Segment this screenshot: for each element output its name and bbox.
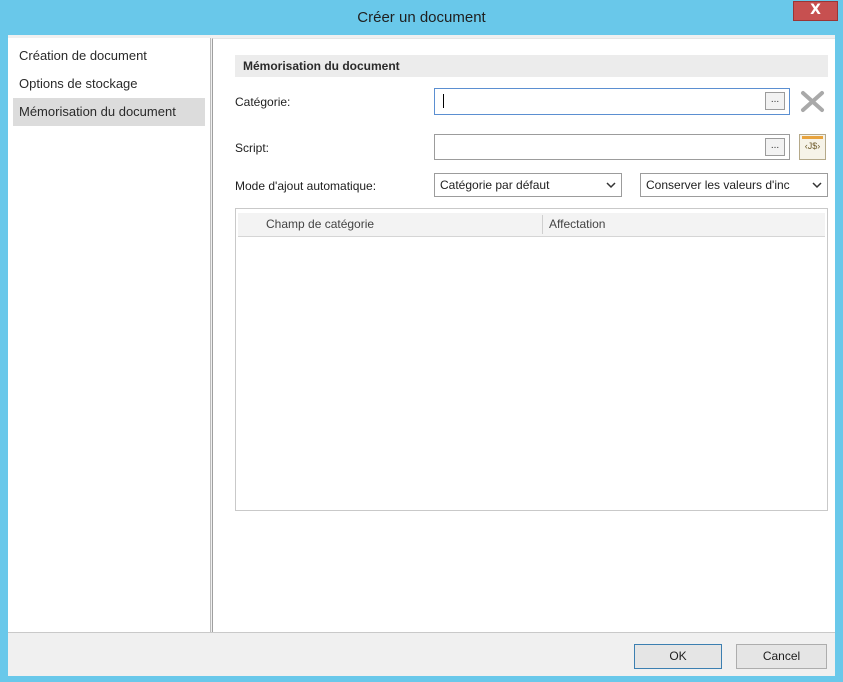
script-browse-button[interactable]: ...	[765, 138, 785, 156]
nav-item-storage-options[interactable]: Options de stockage	[13, 70, 205, 98]
close-button[interactable]: X	[793, 1, 838, 21]
nav-panel: Création de document Options de stockage…	[8, 38, 211, 632]
chevron-down-icon	[606, 182, 616, 189]
keep-values-select[interactable]: Conserver les valeurs d'inc	[640, 173, 828, 197]
keep-values-value: Conserver les valeurs d'inc	[646, 178, 790, 192]
auto-add-mode-select[interactable]: Catégorie par défaut	[434, 173, 622, 197]
ok-button[interactable]: OK	[634, 644, 722, 669]
text-caret	[443, 94, 444, 108]
script-input[interactable]: ...	[434, 134, 790, 160]
category-fields-grid[interactable]: Champ de catégorie Affectation	[235, 208, 828, 511]
category-browse-button[interactable]: ...	[765, 92, 785, 110]
column-divider[interactable]	[542, 215, 543, 234]
js-script-button[interactable]: ‹J$›	[799, 134, 826, 160]
close-icon: X	[810, 2, 821, 18]
nav-item-memorisation[interactable]: Mémorisation du document	[13, 98, 205, 126]
auto-add-mode-value: Catégorie par défaut	[440, 178, 550, 192]
column-header-assignment[interactable]: Affectation	[549, 213, 605, 236]
js-script-icon-bar	[802, 136, 823, 139]
grid-header: Champ de catégorie Affectation	[238, 213, 825, 237]
column-header-category-field[interactable]: Champ de catégorie	[266, 213, 374, 236]
js-script-icon: ‹J$›	[804, 141, 821, 151]
chevron-down-icon	[812, 174, 822, 196]
script-label: Script:	[235, 141, 270, 155]
category-label: Catégorie:	[235, 95, 291, 109]
cancel-button[interactable]: Cancel	[736, 644, 827, 669]
clear-category-button[interactable]	[799, 89, 826, 114]
x-icon	[801, 91, 824, 112]
section-title: Mémorisation du document	[235, 55, 828, 77]
category-input[interactable]: ...	[434, 88, 790, 115]
auto-add-mode-label: Mode d'ajout automatique:	[235, 179, 377, 193]
window-title: Créer un document	[357, 9, 486, 26]
nav-item-creation[interactable]: Création de document	[13, 42, 205, 70]
